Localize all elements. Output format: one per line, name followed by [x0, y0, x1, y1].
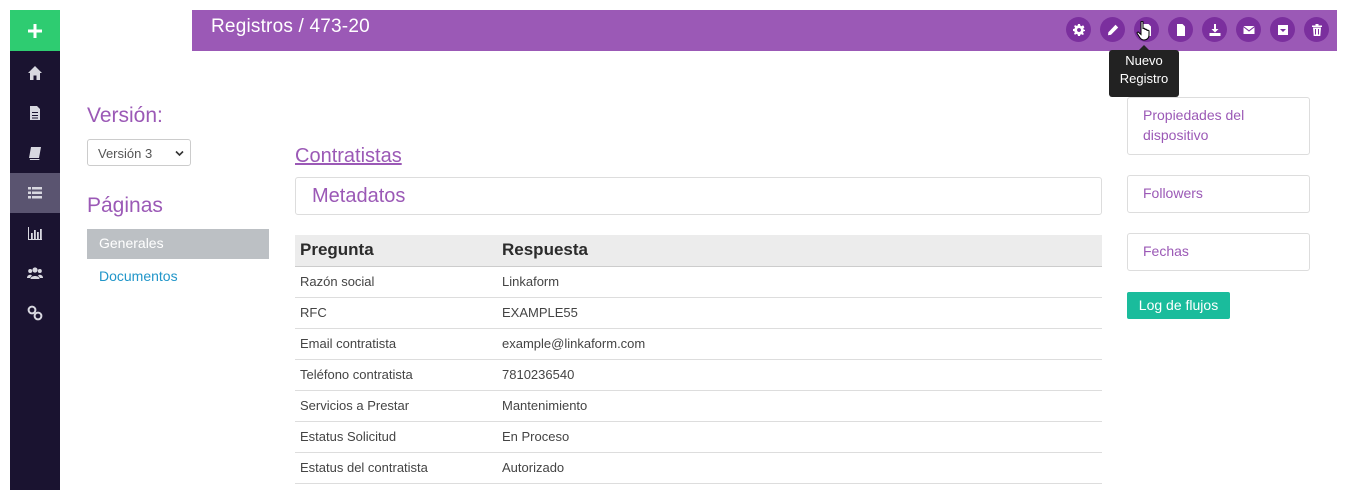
question-cell: Razón social — [295, 266, 497, 298]
tooltip-line-2: Registro — [1119, 71, 1169, 86]
sidebar-rail — [10, 10, 60, 490]
delete-button[interactable] — [1304, 17, 1329, 42]
table-header-row: Pregunta Respuesta — [295, 235, 1102, 267]
answer-cell: Linkaform — [497, 266, 1102, 298]
users-icon — [27, 267, 43, 279]
column-header-answer: Respuesta — [497, 235, 1102, 267]
version-select[interactable]: Versión 3 — [87, 139, 191, 166]
download-icon — [1209, 23, 1220, 36]
table-row: Servicios a Prestar Mantenimiento — [295, 390, 1102, 422]
device-properties-panel[interactable]: Propiedades del dispositivo — [1127, 97, 1310, 155]
question-cell: Estatus del contratista — [295, 452, 497, 484]
download-button[interactable] — [1202, 17, 1227, 42]
envelope-icon — [1243, 25, 1254, 34]
answer-cell: Autorizado — [497, 452, 1102, 484]
bar-chart-icon — [28, 227, 42, 240]
answer-cell: example@linkaform.com — [497, 328, 1102, 360]
record-toolbar — [1066, 17, 1329, 42]
page-title: Registros / 473-20 — [211, 16, 370, 37]
table-row: Teléfono contratista 7810236540 — [295, 359, 1102, 391]
form-name-link[interactable]: Contratistas — [295, 145, 402, 168]
header-bar: Registros / 473-20 — [192, 10, 1337, 51]
version-label: Versión: — [87, 104, 163, 127]
sidebar-item-home[interactable] — [10, 53, 60, 93]
table-row: Estatus Solicitud En Proceso — [295, 421, 1102, 453]
trash-icon — [1311, 23, 1322, 36]
version-selected: Versión 3 — [98, 146, 153, 161]
question-cell: Servicios a Prestar — [295, 390, 497, 422]
gear-icon — [1072, 23, 1085, 36]
sidebar-item-records[interactable] — [10, 173, 60, 213]
sidebar-item-connections[interactable] — [10, 293, 60, 333]
table-row: Razón social Linkaform — [295, 266, 1102, 298]
pencil-icon — [1107, 24, 1118, 35]
archive-icon — [1277, 24, 1288, 35]
tooltip: Nuevo Registro — [1109, 45, 1179, 97]
book-icon — [29, 147, 41, 160]
list-icon — [28, 187, 42, 199]
email-button[interactable] — [1236, 17, 1261, 42]
followers-panel[interactable]: Followers — [1127, 175, 1310, 213]
document-icon — [30, 106, 40, 120]
table-row: Estatus del contratista Autorizado — [295, 452, 1102, 484]
answer-cell: En Proceso — [497, 421, 1102, 453]
question-cell: RFC — [295, 297, 497, 329]
sidebar-item-reports[interactable] — [10, 213, 60, 253]
archive-button[interactable] — [1270, 17, 1295, 42]
pages-label: Páginas — [87, 194, 163, 217]
file-button[interactable] — [1168, 17, 1193, 42]
chevron-down-icon — [175, 150, 184, 157]
settings-button[interactable] — [1066, 17, 1091, 42]
link-icon — [27, 305, 43, 321]
sidebar-item-documents[interactable] — [10, 93, 60, 133]
sidebar-item-catalogs[interactable] — [10, 133, 60, 173]
hand-cursor-icon — [1136, 21, 1150, 41]
metadata-section: Metadatos — [295, 177, 1102, 215]
question-cell: Teléfono contratista — [295, 359, 497, 391]
question-cell: Estatus Solicitud — [295, 421, 497, 453]
column-header-question: Pregunta — [295, 235, 497, 267]
answers-table: Pregunta Respuesta Razón social Linkafor… — [295, 235, 1102, 484]
answer-cell: EXAMPLE55 — [497, 297, 1102, 329]
question-cell: Email contratista — [295, 328, 497, 360]
sidebar-item-users[interactable] — [10, 253, 60, 293]
file-icon — [1176, 23, 1185, 36]
dates-panel[interactable]: Fechas — [1127, 233, 1310, 271]
page-item-generales[interactable]: Generales — [87, 229, 269, 259]
flow-log-button[interactable]: Log de flujos — [1127, 292, 1230, 319]
section-title: Metadatos — [312, 185, 406, 207]
page-item-documentos[interactable]: Documentos — [99, 268, 178, 284]
edit-button[interactable] — [1100, 17, 1125, 42]
table-row: Email contratista example@linkaform.com — [295, 328, 1102, 360]
add-button[interactable] — [10, 10, 60, 51]
answer-cell: Mantenimiento — [497, 390, 1102, 422]
answer-cell: 7810236540 — [497, 359, 1102, 391]
home-icon — [28, 66, 42, 80]
plus-icon — [28, 23, 42, 38]
tooltip-line-1: Nuevo — [1125, 53, 1163, 68]
table-row: RFC EXAMPLE55 — [295, 297, 1102, 329]
